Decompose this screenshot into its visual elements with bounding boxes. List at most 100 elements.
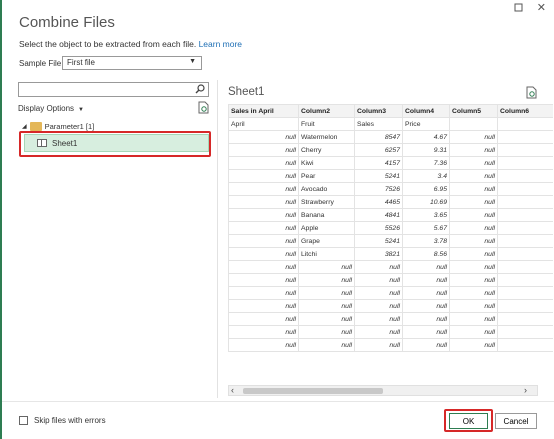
- table-cell: 3.65: [402, 208, 450, 222]
- table-row: nullnullnullnullnulln: [228, 299, 553, 313]
- table-cell: null: [449, 143, 498, 157]
- table-cell: null: [354, 338, 403, 352]
- table-cell: n: [497, 169, 553, 183]
- table-cell: null: [298, 299, 355, 313]
- scroll-right-icon[interactable]: ›: [524, 385, 527, 395]
- panel-divider: [217, 80, 218, 398]
- table-cell: n: [497, 182, 553, 196]
- table-cell: 6257: [354, 143, 403, 157]
- table-cell: Banana: [298, 208, 355, 222]
- column-header[interactable]: Column2: [298, 104, 355, 118]
- table-cell: Fruit: [298, 117, 355, 131]
- table-cell: n: [497, 260, 553, 274]
- table-header-row: Sales in April Column2 Column3 Column4 Colum…: [228, 104, 553, 118]
- restore-button[interactable]: [514, 3, 523, 15]
- table-cell: n: [497, 130, 553, 144]
- sample-file-value: First file: [67, 58, 95, 67]
- table-cell: [497, 117, 553, 131]
- table-row: nullCherry62579.31nulln: [228, 143, 553, 157]
- table-cell: [449, 117, 498, 131]
- table-row: nullKiwi41577.36nulln: [228, 156, 553, 170]
- table-row: nullLitchi38218.56nulln: [228, 247, 553, 261]
- table-cell: null: [228, 312, 299, 326]
- preview-table-wrapper: Sales in April Column2 Column3 Column4 Colum…: [228, 104, 553, 384]
- table-cell: null: [298, 286, 355, 300]
- table-cell: 4.67: [402, 130, 450, 144]
- search-input[interactable]: [18, 82, 209, 97]
- table-cell: null: [354, 273, 403, 287]
- table-cell: null: [228, 234, 299, 248]
- refresh-document-icon[interactable]: [198, 101, 209, 116]
- table-cell: 7.36: [402, 156, 450, 170]
- skip-files-label: Skip files with errors: [34, 416, 106, 425]
- table-cell: null: [402, 299, 450, 313]
- table-cell: null: [228, 208, 299, 222]
- table-cell: null: [449, 325, 498, 339]
- table-cell: n: [497, 273, 553, 287]
- table-cell: n: [497, 234, 553, 248]
- tree-parameter-label: Parameter1 [1]: [44, 122, 95, 131]
- tree-expand-icon[interactable]: ◢: [22, 123, 27, 130]
- window-controls: ✕: [514, 3, 546, 15]
- table-cell: null: [298, 325, 355, 339]
- table-cell: null: [298, 338, 355, 352]
- table-row: nullnullnullnullnulln: [228, 338, 553, 352]
- table-row: nullApple55265.67nulln: [228, 221, 553, 235]
- table-row: nullGrape52413.78nulln: [228, 234, 553, 248]
- table-cell: Sales: [354, 117, 403, 131]
- column-header[interactable]: Column6: [497, 104, 553, 118]
- table-cell: null: [402, 338, 450, 352]
- column-header[interactable]: Column4: [402, 104, 450, 118]
- table-cell: null: [228, 299, 299, 313]
- cancel-button[interactable]: Cancel: [495, 413, 537, 429]
- preview-document-icon[interactable]: [526, 86, 537, 101]
- skip-files-option[interactable]: Skip files with errors: [19, 416, 106, 425]
- table-row: April Fruit Sales Price: [228, 117, 553, 131]
- column-header[interactable]: Column3: [354, 104, 403, 118]
- table-cell: null: [449, 208, 498, 222]
- horizontal-scrollbar[interactable]: ‹ ›: [228, 385, 538, 396]
- table-cell: 9.31: [402, 143, 450, 157]
- table-cell: null: [228, 156, 299, 170]
- column-header[interactable]: Column5: [449, 104, 498, 118]
- caret-down-icon: ▼: [78, 107, 84, 113]
- table-cell: null: [449, 286, 498, 300]
- table-cell: n: [497, 195, 553, 209]
- table-cell: 3.4: [402, 169, 450, 183]
- table-cell: Avocado: [298, 182, 355, 196]
- learn-more-link[interactable]: Learn more: [199, 39, 242, 49]
- table-cell: 5241: [354, 169, 403, 183]
- table-cell: null: [402, 286, 450, 300]
- column-header[interactable]: Sales in April: [228, 104, 299, 118]
- restore-icon: [514, 3, 523, 12]
- table-cell: null: [228, 338, 299, 352]
- close-button[interactable]: ✕: [537, 3, 546, 15]
- table-cell: null: [449, 182, 498, 196]
- sample-file-select[interactable]: First file ▼: [62, 56, 202, 70]
- table-cell: null: [228, 325, 299, 339]
- table-cell: 5241: [354, 234, 403, 248]
- table-cell: null: [228, 169, 299, 183]
- table-cell: null: [354, 260, 403, 274]
- search-icon[interactable]: [195, 84, 205, 96]
- highlight-box-ok: [444, 409, 493, 432]
- skip-files-checkbox[interactable]: [19, 416, 28, 425]
- table-cell: null: [298, 312, 355, 326]
- table-row: nullnullnullnullnulln: [228, 286, 553, 300]
- window-edge: [0, 0, 2, 439]
- table-cell: 8547: [354, 130, 403, 144]
- tree-item-parameter[interactable]: ◢ Parameter1 [1]: [22, 122, 94, 131]
- folder-icon: [29, 122, 42, 131]
- table-cell: n: [497, 312, 553, 326]
- table-cell: null: [402, 273, 450, 287]
- scrollbar-thumb[interactable]: [243, 388, 383, 394]
- scroll-left-icon[interactable]: ‹: [231, 385, 234, 395]
- table-cell: n: [497, 286, 553, 300]
- table-cell: null: [449, 156, 498, 170]
- table-row: nullPear52413.4nulln: [228, 169, 553, 183]
- table-cell: null: [228, 130, 299, 144]
- table-cell: April: [228, 117, 299, 131]
- display-options-menu[interactable]: Display Options ▼: [18, 104, 84, 113]
- table-cell: null: [449, 169, 498, 183]
- table-cell: null: [449, 338, 498, 352]
